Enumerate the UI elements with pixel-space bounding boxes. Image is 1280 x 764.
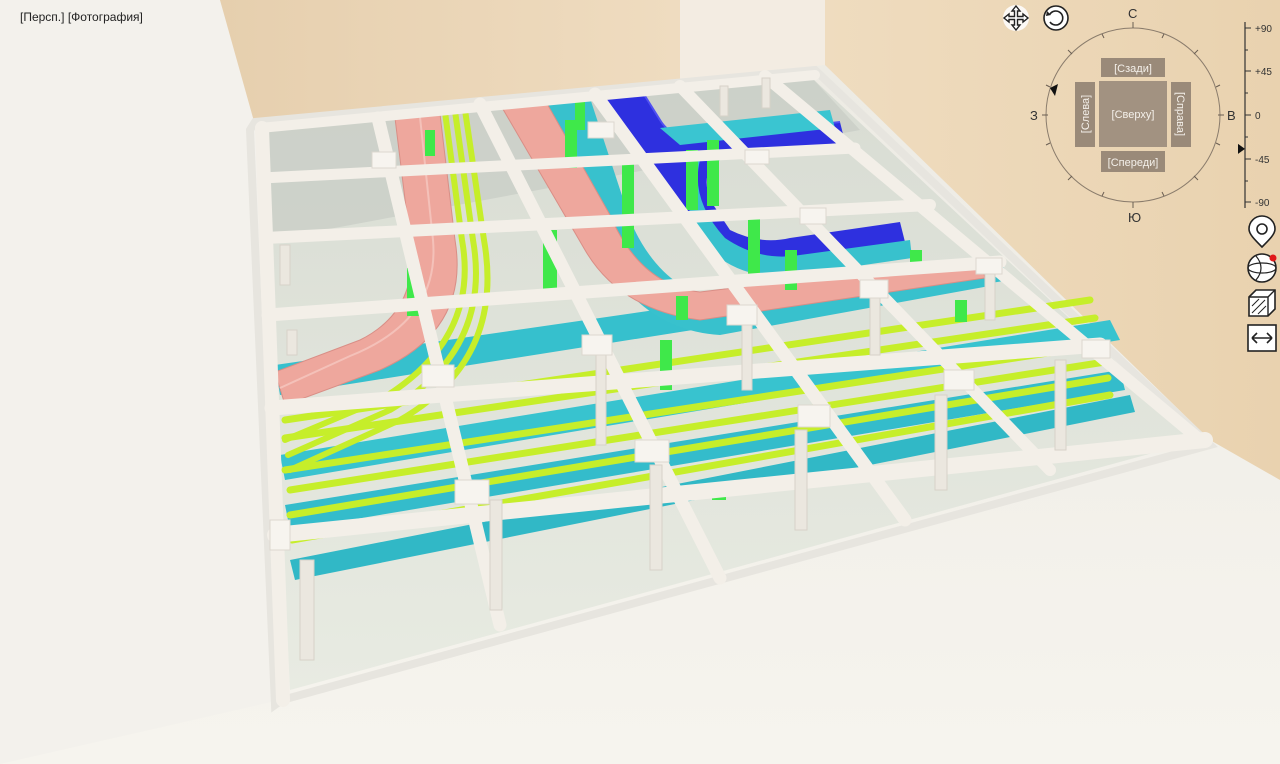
- compass-east[interactable]: В: [1227, 108, 1236, 123]
- view-mode-label[interactable]: [Персп.]: [20, 10, 64, 24]
- view-cube-front-label: [Спереди]: [1108, 157, 1159, 169]
- box-section-icon[interactable]: [1248, 289, 1276, 317]
- 3d-viewport[interactable]: [Персп.] [Фотография] С Ю З В [Сзади] [С…: [0, 0, 1280, 764]
- view-cube-right-label: [Справа]: [1174, 92, 1186, 136]
- visual-style-label[interactable]: [Фотография]: [68, 10, 143, 24]
- compass-west[interactable]: З: [1030, 108, 1038, 123]
- left-floor-area: [0, 0, 280, 764]
- extent-icon[interactable]: [1247, 324, 1277, 352]
- tilt-tick-label: +90: [1255, 24, 1272, 35]
- view-cube-left-label: [Слева]: [1080, 95, 1092, 133]
- globe-icon[interactable]: [1247, 253, 1277, 283]
- tilt-tick-label: -45: [1255, 155, 1270, 166]
- orbit-icon[interactable]: [1043, 5, 1069, 31]
- view-cube-back-label: [Сзади]: [1114, 63, 1152, 75]
- tilt-tick-label: -90: [1255, 198, 1270, 209]
- compass-south[interactable]: Ю: [1128, 210, 1141, 225]
- viewport-label: [Персп.] [Фотография]: [20, 10, 143, 24]
- tilt-tick-label: 0: [1255, 111, 1261, 122]
- tilt-tick-label: +45: [1255, 67, 1272, 78]
- pan-icon[interactable]: [1002, 4, 1030, 32]
- view-cube-top-label: [Сверху]: [1112, 109, 1155, 121]
- compass-north[interactable]: С: [1128, 6, 1137, 21]
